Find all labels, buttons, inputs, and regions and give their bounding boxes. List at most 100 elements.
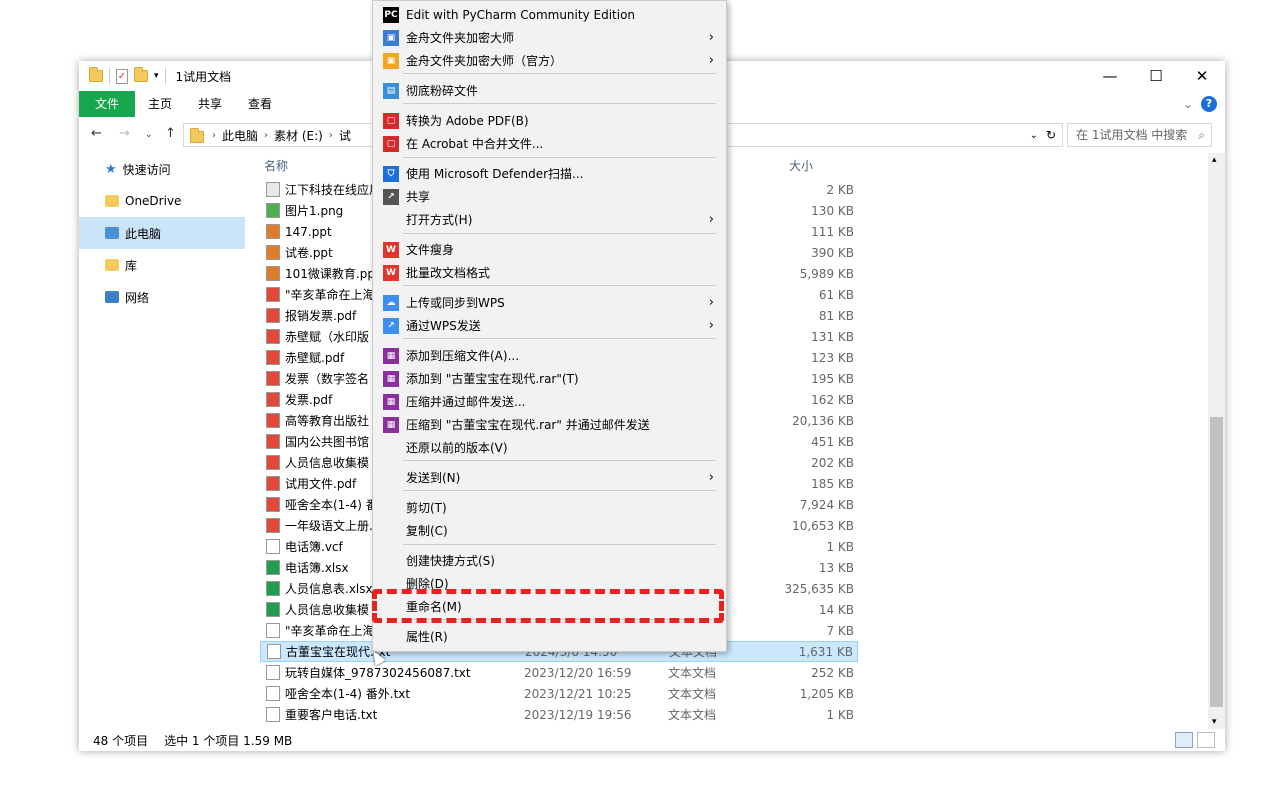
column-header-name[interactable]: 名称 (264, 157, 288, 174)
menu-item[interactable]: ▦ 添加到 "古董宝宝在现代.rar"(T) (373, 367, 726, 390)
pdf-file-icon (266, 308, 280, 323)
large-icons-view-icon[interactable] (1197, 732, 1215, 748)
folder-icon[interactable] (89, 67, 103, 82)
ppt-file-icon (266, 224, 280, 239)
scrollbar-thumb[interactable] (1210, 417, 1223, 707)
winrar-icon: ▦ (383, 393, 399, 410)
rename-highlight-box (372, 589, 724, 623)
menu-item[interactable]: 打开方式(H) › (373, 208, 726, 231)
menu-item[interactable]: ▣ 金舟文件夹加密大师（官方） › (373, 49, 726, 72)
tab-share[interactable]: 共享 (185, 91, 235, 117)
menu-item[interactable]: ↗ 共享 (373, 185, 726, 208)
nav-item-onedrive[interactable]: OneDrive (79, 185, 245, 217)
file-row[interactable]: 玩转自媒体_9787302456087.txt 2023/12/20 16:59 文… (260, 662, 858, 683)
menu-item[interactable]: ▣ 金舟文件夹加密大师 › (373, 26, 726, 49)
minimize-button[interactable]: — (1087, 61, 1133, 91)
maximize-button[interactable]: ☐ (1133, 61, 1179, 91)
search-input[interactable]: 在 1试用文档 中搜索 ⌕ (1067, 123, 1212, 147)
address-dropdown-icon[interactable]: ⌄ (1030, 130, 1038, 141)
properties-icon[interactable]: ✓ (116, 68, 128, 84)
txt-file-icon (267, 644, 281, 659)
chevron-down-icon[interactable]: ▾ (154, 71, 159, 81)
menu-item-label: 转换为 Adobe PDF(B) (406, 114, 529, 128)
file-size: 20,136 KB (792, 413, 854, 428)
chevron-right-icon[interactable]: › (212, 130, 216, 141)
menu-item-label: 在 Acrobat 中合并文件... (406, 137, 544, 151)
nav-item-library[interactable]: 库 (79, 249, 245, 281)
wps-send-icon: ↗ (383, 317, 399, 334)
menu-item-label: 属性(R) (406, 630, 448, 644)
file-type: 文本文档 (668, 666, 717, 680)
menu-item[interactable]: 剪切(T) (373, 496, 726, 519)
new-folder-icon[interactable] (134, 67, 148, 82)
menu-separator (403, 544, 716, 545)
menu-item-label: 彻底粉碎文件 (406, 84, 479, 98)
menu-item[interactable]: 创建快捷方式(S) (373, 549, 726, 572)
menu-item[interactable]: 发送到(N) › (373, 466, 726, 489)
menu-item-label: 打开方式(H) (406, 213, 473, 227)
nav-item-quick-access[interactable]: ★ 快速访问 (79, 153, 245, 185)
chevron-right-icon[interactable]: › (329, 130, 333, 141)
breadcrumb-folder[interactable]: 试 (339, 127, 351, 144)
vertical-scrollbar[interactable]: ▴ ▾ (1208, 153, 1225, 729)
txt-file-icon (266, 707, 280, 722)
submenu-arrow-icon: › (708, 30, 714, 45)
chevron-right-icon[interactable]: › (264, 130, 268, 141)
breadcrumb-drive[interactable]: 素材 (E:) (274, 127, 323, 144)
acrobat-merge-icon: ▢ (383, 135, 399, 152)
refresh-icon[interactable]: ↻ (1046, 128, 1056, 142)
menu-item[interactable]: ☁ 上传或同步到WPS › (373, 291, 726, 314)
file-size: 5,989 KB (799, 266, 854, 281)
file-row[interactable]: 哑舍全本(1-4) 番外.txt 2023/12/21 10:25 文本文档 1,20… (260, 683, 858, 704)
wps-slim-icon: W (383, 241, 399, 258)
recent-locations-icon[interactable]: ⌄ (145, 130, 153, 140)
xlsx-file-icon (266, 602, 280, 617)
vcf-file-icon (266, 539, 280, 554)
up-arrow-icon[interactable]: ↑ (165, 126, 176, 141)
file-row[interactable]: 重要客户电话.txt 2023/12/19 19:56 文本文档 1 KB (260, 704, 858, 725)
menu-item[interactable]: W 批量改文档格式 (373, 261, 726, 284)
back-arrow-icon[interactable]: ← (91, 126, 102, 141)
menu-item-label: Edit with PyCharm Community Edition (406, 7, 636, 22)
selection-info: 选中 1 个项目 1.59 MB (164, 733, 293, 748)
file-size: 131 KB (811, 329, 854, 344)
scroll-up-icon[interactable]: ▴ (1212, 155, 1217, 165)
help-icon[interactable]: ? (1201, 96, 1217, 112)
ppt-file-icon (266, 245, 280, 260)
menu-item[interactable]: 还原以前的版本(V) (373, 436, 726, 459)
scroll-down-icon[interactable]: ▾ (1212, 717, 1217, 727)
menu-item[interactable]: ▤ 彻底粉碎文件 (373, 79, 726, 102)
menu-item[interactable]: ▢ 转换为 Adobe PDF(B) (373, 109, 726, 132)
tab-home[interactable]: 主页 (135, 91, 185, 117)
tab-view[interactable]: 查看 (235, 91, 285, 117)
nav-item-network[interactable]: 网络 (79, 281, 245, 313)
menu-item[interactable]: ⛉ 使用 Microsoft Defender扫描... (373, 162, 726, 185)
details-view-icon[interactable] (1175, 732, 1193, 748)
menu-item[interactable]: W 文件瘦身 (373, 238, 726, 261)
menu-item[interactable]: 属性(R) (373, 625, 726, 648)
file-name: 玩转自媒体_9787302456087.txt (285, 666, 471, 680)
shredder-icon: ▤ (383, 82, 399, 99)
wps-format-icon: W (383, 264, 399, 281)
winrar-icon: ▦ (383, 347, 399, 364)
menu-item[interactable]: ▢ 在 Acrobat 中合并文件... (373, 132, 726, 155)
breadcrumb-this-pc[interactable]: 此电脑 (222, 127, 258, 144)
tab-file[interactable]: 文件 (79, 91, 136, 117)
menu-item[interactable]: ▦ 添加到压缩文件(A)... (373, 344, 726, 367)
menu-item-label: 金舟文件夹加密大师（官方） (406, 54, 563, 68)
menu-item-label: 使用 Microsoft Defender扫描... (406, 167, 584, 181)
menu-separator (403, 460, 716, 461)
menu-item-label: 通过WPS发送 (406, 319, 481, 333)
column-header-size[interactable]: 大小 (789, 157, 813, 174)
expand-ribbon-icon[interactable]: ⌄ (1183, 97, 1193, 111)
nav-item-this-pc[interactable]: 此电脑 (79, 217, 245, 249)
pdf-file-icon (266, 413, 280, 428)
menu-item[interactable]: ▦ 压缩到 "古董宝宝在现代.rar" 并通过邮件发送 (373, 413, 726, 436)
menu-item[interactable]: 复制(C) (373, 519, 726, 542)
menu-item[interactable]: ▦ 压缩并通过邮件发送... (373, 390, 726, 413)
menu-item[interactable]: PC Edit with PyCharm Community Edition (373, 3, 726, 26)
forward-arrow-icon[interactable]: → (119, 126, 130, 141)
close-button[interactable]: ✕ (1179, 61, 1225, 91)
menu-item[interactable]: ↗ 通过WPS发送 › (373, 314, 726, 337)
status-bar: 48 个项目 选中 1 个项目 1.59 MB (79, 729, 1225, 751)
